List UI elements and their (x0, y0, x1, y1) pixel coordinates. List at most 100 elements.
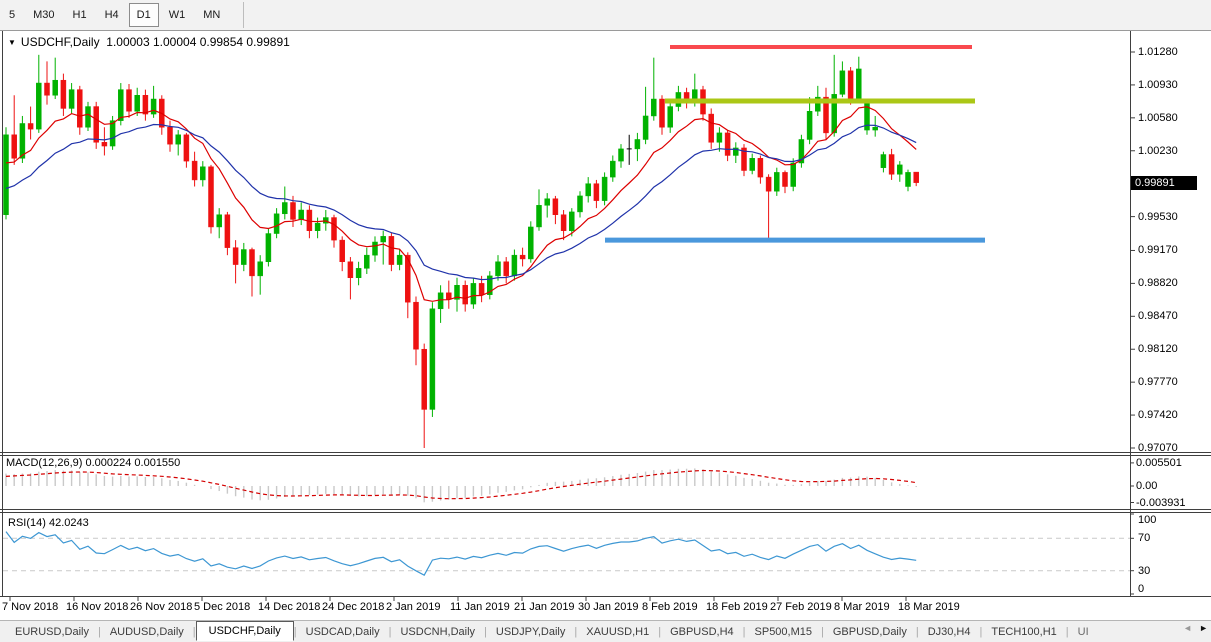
candle-body (53, 80, 58, 95)
candle-body (373, 242, 378, 255)
chart-tab-bar: EURUSD,Daily|AUDUSD,Daily|USDCHF,Daily|U… (0, 620, 1211, 642)
candle-body (20, 123, 25, 158)
chart-ohlc-values: 1.00003 1.00004 0.99854 0.99891 (106, 35, 290, 49)
candle-body (717, 133, 722, 142)
candle-body (176, 135, 181, 144)
price-axis-label: 0.99530 (1138, 211, 1178, 223)
tab-sp500-m15[interactable]: SP500,M15 (746, 623, 821, 641)
candle-body (356, 268, 361, 277)
date-axis-label: 18 Feb 2019 (706, 601, 768, 613)
candle-body (299, 210, 304, 219)
candle-body (783, 172, 788, 186)
candle-body (619, 149, 624, 161)
timeframe-button-MN[interactable]: MN (195, 3, 228, 27)
date-axis-label: 21 Jan 2019 (514, 601, 575, 613)
candle-body (750, 158, 755, 170)
price-axis-label: 0.97420 (1138, 409, 1178, 421)
candle-body (766, 177, 771, 191)
price-axis-label: 0.97070 (1138, 442, 1178, 454)
candle-body (479, 283, 484, 294)
candle-body (266, 234, 271, 262)
candle-body (364, 255, 369, 268)
tab-dj30-h4[interactable]: DJ30,H4 (919, 623, 980, 641)
candle-body (709, 114, 714, 142)
candle-body (496, 262, 501, 276)
scroll-left-icon[interactable]: ◄ (1183, 623, 1192, 633)
candle-body (258, 262, 263, 276)
timeframe-toolbar: 5M30H1H4D1W1MN (0, 0, 1211, 31)
candle-body (77, 90, 82, 128)
candle-body (504, 262, 509, 276)
chevron-down-icon[interactable]: ▼ (8, 38, 16, 47)
candle-body (241, 250, 246, 265)
tab-usdcad-daily[interactable]: USDCAD,Daily (297, 623, 389, 641)
macd-label: MACD(12,26,9) 0.000224 0.001550 (6, 457, 180, 469)
date-axis-label: 24 Dec 2018 (322, 601, 384, 613)
date-axis-label: 30 Jan 2019 (578, 601, 639, 613)
tab-ui[interactable]: UI (1069, 623, 1091, 641)
candle-body (332, 218, 337, 241)
timeframe-button-D1[interactable]: D1 (129, 3, 159, 27)
rsi-axis-label: 100 (1138, 514, 1156, 526)
candle-body (848, 71, 853, 99)
toolbar-separator (243, 2, 244, 28)
chart-plot-area[interactable] (0, 0, 1211, 642)
ma-fast-line (6, 107, 916, 301)
candle-body (250, 250, 255, 276)
candle-body (471, 283, 476, 304)
candle-body (135, 95, 140, 111)
tab-gbpusd-daily[interactable]: GBPUSD,Daily (824, 623, 916, 641)
candle-body (217, 215, 222, 227)
candle-body (151, 99, 156, 114)
date-axis-label: 2 Jan 2019 (386, 601, 440, 613)
candle-body (430, 309, 435, 410)
candle-body (102, 142, 107, 146)
candle-body (110, 121, 115, 146)
tab-xauusd-h1[interactable]: XAUUSD,H1 (577, 623, 658, 641)
candle-body (520, 255, 525, 259)
candle-body (594, 184, 599, 201)
candle-body (537, 205, 542, 227)
current-price-badge: 0.99891 (1131, 176, 1197, 190)
scroll-right-icon[interactable]: ► (1199, 623, 1208, 633)
price-axis-label: 1.00930 (1138, 79, 1178, 91)
tab-tech100-h1[interactable]: TECH100,H1 (982, 623, 1065, 641)
timeframe-button-H4[interactable]: H4 (97, 3, 127, 27)
date-axis-label: 11 Jan 2019 (450, 601, 510, 613)
candle-body (578, 196, 583, 212)
date-axis-label: 7 Nov 2018 (2, 601, 58, 613)
price-axis-label: 1.00580 (1138, 112, 1178, 124)
date-axis-label: 26 Nov 2018 (130, 601, 192, 613)
price-axis-label: 0.98470 (1138, 310, 1178, 322)
timeframe-button-H1[interactable]: H1 (65, 3, 95, 27)
candle-body (791, 163, 796, 187)
rsi-axis-label: 30 (1138, 565, 1150, 577)
candle-body (528, 227, 533, 259)
ma-slow-line (6, 125, 916, 280)
tab-usdcnh-daily[interactable]: USDCNH,Daily (391, 623, 484, 641)
candle-body (200, 167, 205, 180)
candle-body (569, 212, 574, 231)
date-axis-label: 14 Dec 2018 (258, 601, 320, 613)
candle-body (446, 293, 451, 300)
tab-usdchf-daily[interactable]: USDCHF,Daily (196, 621, 294, 641)
candle-body (209, 167, 214, 227)
timeframe-button-5[interactable]: 5 (1, 3, 23, 27)
price-axis-label: 1.00230 (1138, 145, 1178, 157)
candle-body (36, 83, 41, 129)
timeframe-button-W1[interactable]: W1 (161, 3, 194, 27)
candle-body (12, 135, 17, 159)
price-axis-label: 0.97770 (1138, 376, 1178, 388)
candle-body (553, 199, 558, 215)
tab-eurusd-daily[interactable]: EURUSD,Daily (6, 623, 98, 641)
candle-body (889, 155, 894, 175)
candle-body (291, 202, 296, 219)
candle-body (397, 255, 402, 264)
candle-body (438, 293, 443, 309)
timeframe-button-M30[interactable]: M30 (25, 3, 62, 27)
tab-audusd-daily[interactable]: AUDUSD,Daily (101, 623, 193, 641)
candle-body (873, 127, 878, 130)
date-axis-label: 27 Feb 2019 (770, 601, 832, 613)
tab-usdjpy-daily[interactable]: USDJPY,Daily (487, 623, 575, 641)
tab-gbpusd-h4[interactable]: GBPUSD,H4 (661, 623, 743, 641)
